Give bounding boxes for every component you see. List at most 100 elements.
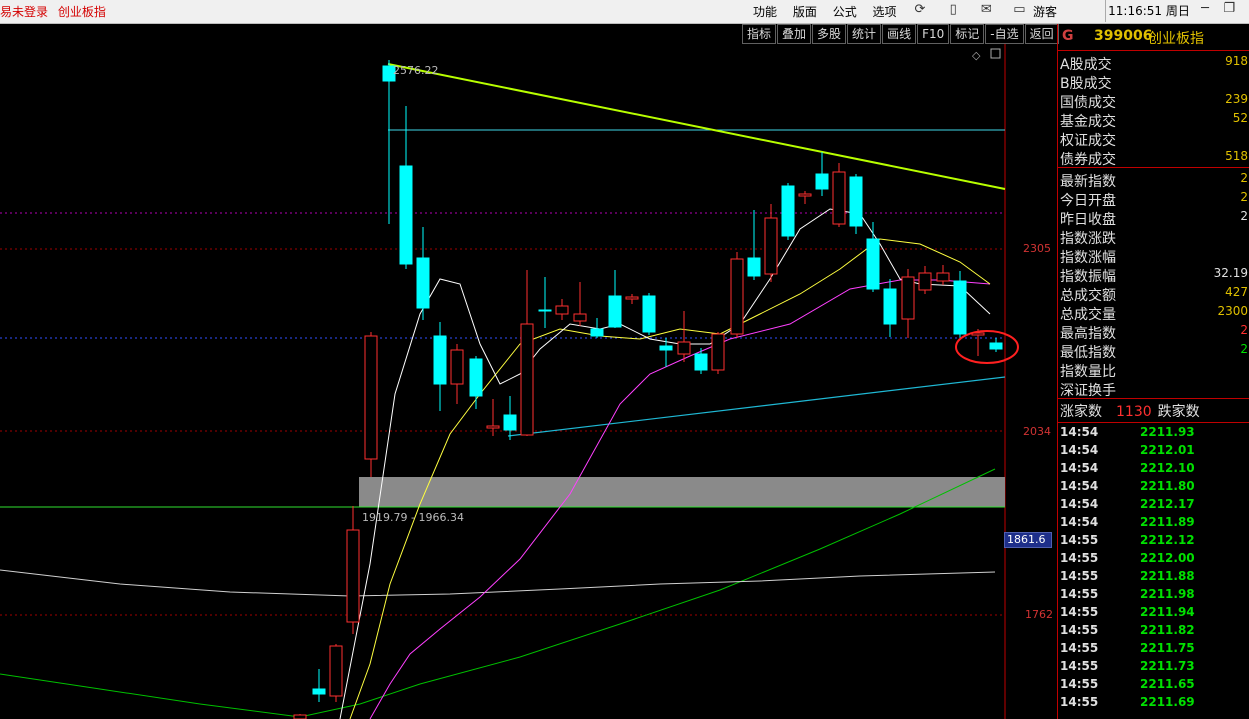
candle-body [329,645,343,697]
lower-trendline [507,376,1006,437]
tick-price: 2211.69 [1140,695,1195,709]
candle-body [573,313,587,322]
index-code: 399006 [1094,28,1153,44]
candle-body [346,529,360,623]
candle-body [625,296,639,300]
index-row: 总成交量 2300 [1060,304,1248,323]
candle-body [608,295,622,328]
trade-row-label: A股成交 [1060,57,1112,73]
panel-header: G 399006 创业板指 [1058,24,1249,51]
tick-price: 2211.75 [1140,641,1195,655]
tick-row: 14:55 2211.94 [1060,605,1249,623]
index-row: 指数涨幅 [1060,247,1248,266]
index-row: 总成交额 427 [1060,285,1248,304]
tick-time: 14:54 [1060,443,1099,457]
trade-row-value: 518 [1225,149,1248,163]
tick-price: 2212.12 [1140,533,1195,547]
index-row-label: 指数涨跌 [1060,231,1116,247]
candle-body [989,342,1003,350]
tick-time: 14:55 [1060,569,1099,583]
index-row-label: 最低指数 [1060,345,1116,361]
candle-body [730,258,744,335]
trade-row-label: 债券成交 [1060,152,1116,168]
index-row-value: 2 [1240,171,1248,185]
index-row-label: 总成交额 [1060,288,1116,304]
refresh-icon[interactable]: ⟳ [910,2,930,17]
tick-row: 14:54 2212.10 [1060,461,1249,479]
tick-time: 14:55 [1060,659,1099,673]
candle-body [312,688,326,695]
menu-item-function[interactable]: 功能 [753,5,777,19]
tick-price: 2211.73 [1140,659,1195,673]
close-icon[interactable]: ✕ [1245,1,1249,16]
toolbar-icons: ⟳ ▯ ✉ ▭ [910,2,1038,17]
index-row: 最低指数 2 [1060,342,1248,361]
phone-icon[interactable]: ▯ [943,2,963,17]
tool-statistics[interactable]: 统计 [847,24,882,44]
main-menu: 功能 版面 公式 选项 [753,3,909,20]
tick-row: 14:55 2212.00 [1060,551,1249,569]
candle-body [503,414,517,431]
y-tick-label: 2305 [1023,242,1051,255]
tool-multi-stock[interactable]: 多股 [812,24,847,44]
tick-price: 2211.82 [1140,623,1195,637]
tool-mark[interactable]: 标记 [950,24,985,44]
tick-row: 14:55 2212.12 [1060,533,1249,551]
tool-draw-line[interactable]: 画线 [882,24,917,44]
kline-chart[interactable]: ◇ 2576.22 1919.79 - 1966.34 2305 2034 17… [0,44,1057,719]
index-row: 今日开盘 2 [1060,190,1248,209]
candle-body [866,238,880,290]
menu-item-layout[interactable]: 版面 [793,5,817,19]
candle-body [520,323,534,436]
menu-item-options[interactable]: 选项 [873,5,897,19]
minimize-icon[interactable]: ─ [1197,1,1213,16]
trade-row: B股成交 [1060,73,1248,92]
tool-watchlist[interactable]: -自选 [985,24,1024,44]
trade-row: 权证成交 [1060,130,1248,149]
tick-price: 2211.89 [1140,515,1195,529]
index-row-value: 2 [1240,323,1248,337]
tick-time: 14:54 [1060,461,1099,475]
tool-indicators[interactable]: 指标 [742,24,777,44]
tick-row: 14:55 2211.82 [1060,623,1249,641]
index-row-value: 32.19 [1213,266,1248,280]
login-area[interactable]: 易未登录 创业板指 [0,3,112,20]
clock: 11:16:51 周日 [1105,0,1192,22]
login-status[interactable]: 易未登录 [0,5,48,19]
candle-body [918,272,932,291]
tool-back[interactable]: 返回 [1024,24,1059,44]
index-row: 深证换手 [1060,380,1248,399]
candle-body [486,425,500,429]
chart-toolbar: 指标 叠加 多股 统计 画线 F10 标记 -自选 返回 [742,24,1060,44]
top-bar: 易未登录 创业板指 功能 版面 公式 选项 ⟳ ▯ ✉ ▭ 游客 11:16:5… [0,0,1249,24]
candle-body [364,335,378,460]
trade-row-label: B股成交 [1060,76,1112,92]
candle-body [555,305,569,315]
index-row-label: 总成交量 [1060,307,1116,323]
index-row: 最新指数 2 [1060,171,1248,190]
tick-price: 2211.98 [1140,587,1195,601]
menu-item-formula[interactable]: 公式 [833,5,857,19]
index-row-value: 2 [1240,190,1248,204]
tick-price: 2211.93 [1140,425,1195,439]
diamond-icon: ◇ [972,49,981,62]
tool-overlay[interactable]: 叠加 [777,24,812,44]
restore-icon[interactable]: ❐ [1221,1,1237,16]
tick-price: 2211.88 [1140,569,1195,583]
tool-f10[interactable]: F10 [917,24,950,44]
index-row-value: 427 [1225,285,1248,299]
candle-body [936,272,950,282]
monitor-icon[interactable]: ▭ [1009,2,1029,17]
window-controls: ─ ❐ ✕ [1197,1,1249,16]
index-row-value: 2300 [1217,304,1248,318]
candle-body [747,257,761,277]
tick-time: 14:55 [1060,641,1099,655]
mail-icon[interactable]: ✉ [976,2,996,17]
index-row-value: 2 [1240,342,1248,356]
guest-user[interactable]: 游客 [1033,3,1057,20]
index-row-label: 深证换手 [1060,383,1116,399]
kline-svg[interactable]: ◇ [0,44,1057,719]
index-row-label: 指数量比 [1060,364,1116,380]
tick-row: 14:55 2211.69 [1060,695,1249,713]
tick-row: 14:55 2211.88 [1060,569,1249,587]
